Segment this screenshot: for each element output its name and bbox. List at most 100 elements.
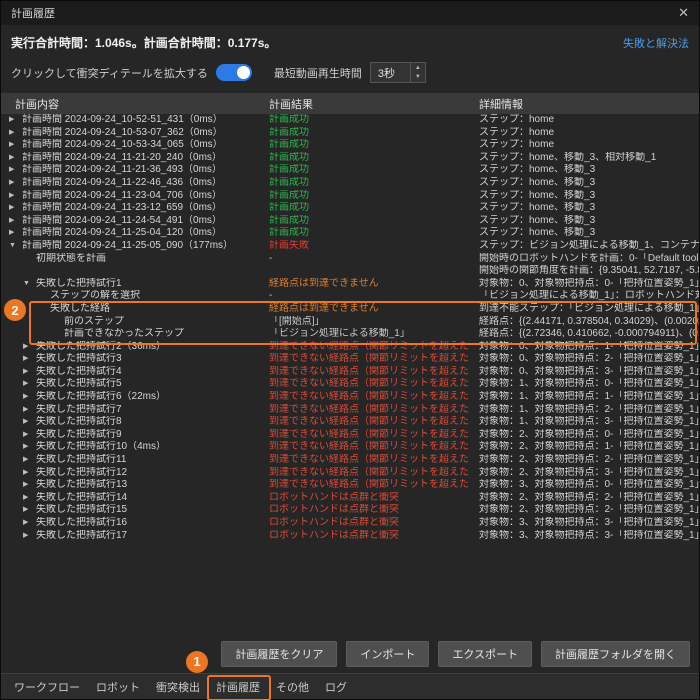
table-row[interactable]: ▶失敗した把持試行12到達できない経路点（関節リミットを超えた）対象物：2、対象…	[1, 467, 699, 480]
row-label: 失敗した把持試行10（4ms）	[36, 441, 166, 454]
expand-arrow-icon[interactable]: ▶	[9, 215, 22, 228]
table-row[interactable]: ▶計画時間 2024-09-24_11-22-46_436（0ms）計画成功ステ…	[1, 177, 699, 190]
expand-arrow-icon[interactable]: ▶	[23, 454, 36, 467]
tab-plan-history[interactable]: 計画履歴	[209, 676, 267, 698]
tab-log[interactable]: ログ	[318, 676, 354, 698]
tab-robot[interactable]: ロボット	[89, 676, 147, 698]
table-row[interactable]: ステップの解を選択-「ビジョン処理による移動_1」：ロボットハンド対称性：2	[1, 290, 699, 303]
table-row[interactable]: ▶計画時間 2024-09-24_10-53-34_065（0ms）計画成功ステ…	[1, 139, 699, 152]
row-details: 対象物：0、対象物把持点：0-「把持位置姿勢_1」、	[469, 278, 699, 291]
table-row[interactable]: ▼計画時間 2024-09-24_11-25-05_090（177ms）計画失敗…	[1, 240, 699, 253]
row-label: 計画時間 2024-09-24_11-24-54_491（0ms）	[22, 215, 222, 228]
expand-arrow-icon[interactable]: ▶	[9, 177, 22, 190]
table-row[interactable]: ▶失敗した把持試行16ロボットハンドは点群と衝突対象物：3、対象物把持点：3-「…	[1, 517, 699, 530]
row-result: 到達できない経路点（関節リミットを超えた）	[257, 378, 469, 391]
expand-arrow-icon[interactable]: ▶	[23, 429, 36, 442]
table-row[interactable]: 初期状態を計画-開始時のロボットハンドを計画：0-「Default tool」開…	[1, 253, 699, 278]
table-row[interactable]: ▶計画時間 2024-09-24_10-52-51_431（0ms）計画成功ステ…	[1, 114, 699, 127]
spin-down-icon[interactable]: ▼	[411, 73, 425, 83]
row-label: 失敗した把持試行9	[36, 429, 122, 442]
row-details: ステップ：home	[469, 139, 699, 152]
clear-history-button[interactable]: 計画履歴をクリア	[221, 641, 337, 667]
row-label: 失敗した把持試行3	[36, 353, 122, 366]
table-row[interactable]: ▶失敗した把持試行13到達できない経路点（関節リミットを超えた）対象物：3、対象…	[1, 479, 699, 492]
expand-arrow-icon[interactable]: ▶	[23, 504, 36, 517]
table-row[interactable]: ▶失敗した把持試行15ロボットハンドは点群と衝突対象物：2、対象物把持点：2-「…	[1, 504, 699, 517]
row-details: 到達不能ステップ：「ビジョン処理による移動_1」	[469, 303, 699, 316]
expand-arrow-icon[interactable]: ▶	[23, 353, 36, 366]
table-row[interactable]: ▶計画時間 2024-09-24_11-24-54_491（0ms）計画成功ステ…	[1, 215, 699, 228]
expand-arrow-icon[interactable]: ▶	[23, 404, 36, 417]
table-row[interactable]: ▶失敗した把持試行5到達できない経路点（関節リミットを超えた）対象物：1、対象物…	[1, 378, 699, 391]
expand-arrow-icon[interactable]: ▶	[9, 139, 22, 152]
row-label: 失敗した把持試行14	[36, 492, 127, 505]
table-row[interactable]: ▶失敗した把持試行4到達できない経路点（関節リミットを超えた）対象物：0、対象物…	[1, 366, 699, 379]
table-row[interactable]: 前のステップ「[開始点]」経路点：{(2.44171, 0.378504, 0.…	[1, 316, 699, 329]
table-row[interactable]: ▶失敗した把持試行10（4ms）到達できない経路点（関節リミットを超えた）対象物…	[1, 441, 699, 454]
row-details: ステップ：home、移動_3	[469, 164, 699, 177]
expand-arrow-icon[interactable]: ▶	[23, 492, 36, 505]
expand-arrow-icon[interactable]: ▶	[9, 114, 22, 127]
row-result: 計画成功	[257, 127, 469, 140]
expand-arrow-icon[interactable]: ▶	[23, 517, 36, 530]
table-row[interactable]: ▶計画時間 2024-09-24_11-21-36_493（0ms）計画成功ステ…	[1, 164, 699, 177]
expand-arrow-icon[interactable]: ▶	[9, 164, 22, 177]
expand-arrow-icon[interactable]: ▶	[23, 366, 36, 379]
open-history-folder-button[interactable]: 計画履歴フォルダを開く	[541, 641, 690, 667]
table-row[interactable]: ▶計画時間 2024-09-24_11-23-04_706（0ms）計画成功ステ…	[1, 190, 699, 203]
table-row[interactable]: ▶失敗した把持試行11到達できない経路点（関節リミットを超えた）対象物：2、対象…	[1, 454, 699, 467]
expand-arrow-icon[interactable]: ▶	[9, 190, 22, 203]
table-row[interactable]: 失敗した経路経路点は到達できません到達不能ステップ：「ビジョン処理による移動_1…	[1, 303, 699, 316]
expand-arrow-icon[interactable]: ▼	[23, 278, 36, 291]
expand-arrow-icon[interactable]: ▶	[23, 467, 36, 480]
table-row[interactable]: ▶失敗した把持試行2（36ms）到達できない経路点（関節リミットを超えた）対象物…	[1, 341, 699, 354]
table-row[interactable]: ▶計画時間 2024-09-24_11-21-20_240（0ms）計画成功ステ…	[1, 152, 699, 165]
expand-arrow-icon[interactable]: ▶	[23, 441, 36, 454]
table-row[interactable]: ▶失敗した把持試行7到達できない経路点（関節リミットを超えた）対象物：1、対象物…	[1, 404, 699, 417]
tree-spacer	[51, 328, 64, 341]
row-label: 失敗した把持試行1	[36, 278, 122, 291]
table-row[interactable]: 計画できなかったステップ「ビジョン処理による移動_1」経路点：{(2.72346…	[1, 328, 699, 341]
table-row[interactable]: ▶計画時間 2024-09-24_10-53-07_362（0ms）計画成功ステ…	[1, 127, 699, 140]
playback-time-spinner[interactable]: 3秒 ▲ ▼	[370, 62, 426, 83]
expand-arrow-icon[interactable]: ▶	[23, 391, 36, 404]
row-details: 「ビジョン処理による移動_1」：ロボットハンド対称性：2	[469, 290, 699, 303]
expand-arrow-icon[interactable]: ▶	[23, 341, 36, 354]
table-row[interactable]: ▶計画時間 2024-09-24_11-25-04_120（0ms）計画成功ステ…	[1, 227, 699, 240]
close-icon[interactable]: ✕	[678, 5, 689, 21]
expand-arrow-icon[interactable]: ▼	[9, 240, 22, 253]
expand-arrow-icon[interactable]: ▶	[23, 479, 36, 492]
tab-collision-detection[interactable]: 衝突検出	[149, 676, 207, 698]
row-details: ステップ：home、移動_3	[469, 227, 699, 240]
export-button[interactable]: エクスポート	[438, 641, 532, 667]
spin-up-icon[interactable]: ▲	[411, 63, 425, 73]
expand-arrow-icon[interactable]: ▶	[9, 127, 22, 140]
table-row[interactable]: ▼失敗した把持試行1経路点は到達できません対象物：0、対象物把持点：0-「把持位…	[1, 278, 699, 291]
row-result: 到達できない経路点（関節リミットを超えた）	[257, 366, 469, 379]
table-row[interactable]: ▶失敗した把持試行9到達できない経路点（関節リミットを超えた）対象物：2、対象物…	[1, 429, 699, 442]
expand-arrow-icon[interactable]: ▶	[23, 416, 36, 429]
plan-history-dialog: 計画履歴 ✕ 実行合計時間：1.046s。計画合計時間：0.177s。 失敗と解…	[0, 0, 700, 700]
row-label: 失敗した把持試行16	[36, 517, 127, 530]
row-details: 対象物：2、対象物把持点：2-「把持位置姿勢_1」、	[469, 454, 699, 467]
row-label: 計画時間 2024-09-24_10-52-51_431（0ms）	[22, 114, 223, 127]
expand-arrow-icon[interactable]: ▶	[23, 378, 36, 391]
import-button[interactable]: インポート	[346, 641, 429, 667]
expand-arrow-icon[interactable]: ▶	[9, 152, 22, 165]
collision-detail-toggle[interactable]	[216, 64, 252, 81]
table-row[interactable]: ▶失敗した把持試行8到達できない経路点（関節リミットを超えた）対象物：1、対象物…	[1, 416, 699, 429]
tab-others[interactable]: その他	[269, 676, 316, 698]
expand-arrow-icon[interactable]: ▶	[9, 202, 22, 215]
table-row[interactable]: ▶失敗した把持試行6（22ms）到達できない経路点（関節リミットを超えた）対象物…	[1, 391, 699, 404]
table-row[interactable]: ▶計画時間 2024-09-24_11-23-12_659（0ms）計画成功ステ…	[1, 202, 699, 215]
tab-workflow[interactable]: ワークフロー	[7, 676, 87, 698]
table-row[interactable]: ▶失敗した把持試行14ロボットハンドは点群と衝突対象物：2、対象物把持点：2-「…	[1, 492, 699, 505]
row-label: 失敗した把持試行8	[36, 416, 122, 429]
failure-solutions-link[interactable]: 失敗と解決法	[623, 35, 689, 51]
row-details: ステップ：home、移動_3	[469, 177, 699, 190]
row-details: 対象物：0、対象物把持点：2-「把持位置姿勢_1」、	[469, 353, 699, 366]
expand-arrow-icon[interactable]: ▶	[9, 227, 22, 240]
table-row[interactable]: ▶失敗した把持試行3到達できない経路点（関節リミットを超えた）対象物：0、対象物…	[1, 353, 699, 366]
expand-arrow-icon[interactable]: ▶	[23, 530, 36, 543]
table-row[interactable]: ▶失敗した把持試行17ロボットハンドは点群と衝突対象物：3、対象物把持点：3-「…	[1, 530, 699, 543]
